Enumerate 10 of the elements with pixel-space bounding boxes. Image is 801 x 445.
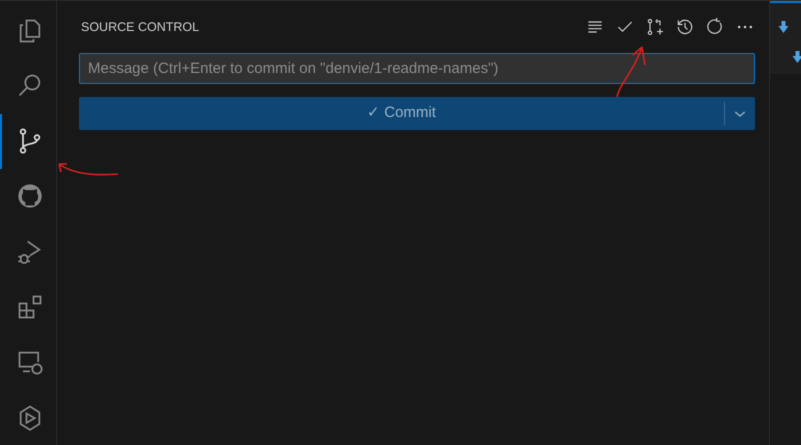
download-arrow-icon <box>792 51 801 63</box>
cat-icon <box>16 182 44 210</box>
pull-request-icon[interactable] <box>645 17 665 37</box>
commit-button[interactable]: ✓ Commit <box>79 97 724 130</box>
download-arrow-icon <box>778 21 789 33</box>
extensions-icon <box>16 292 44 321</box>
refresh-icon[interactable] <box>705 17 725 37</box>
panel-title: SOURCE CONTROL <box>81 18 200 36</box>
history-icon[interactable] <box>675 17 695 37</box>
message-field[interactable]: Message (Ctrl+Enter to commit on "denvie/1-readme-names") <box>79 53 755 84</box>
